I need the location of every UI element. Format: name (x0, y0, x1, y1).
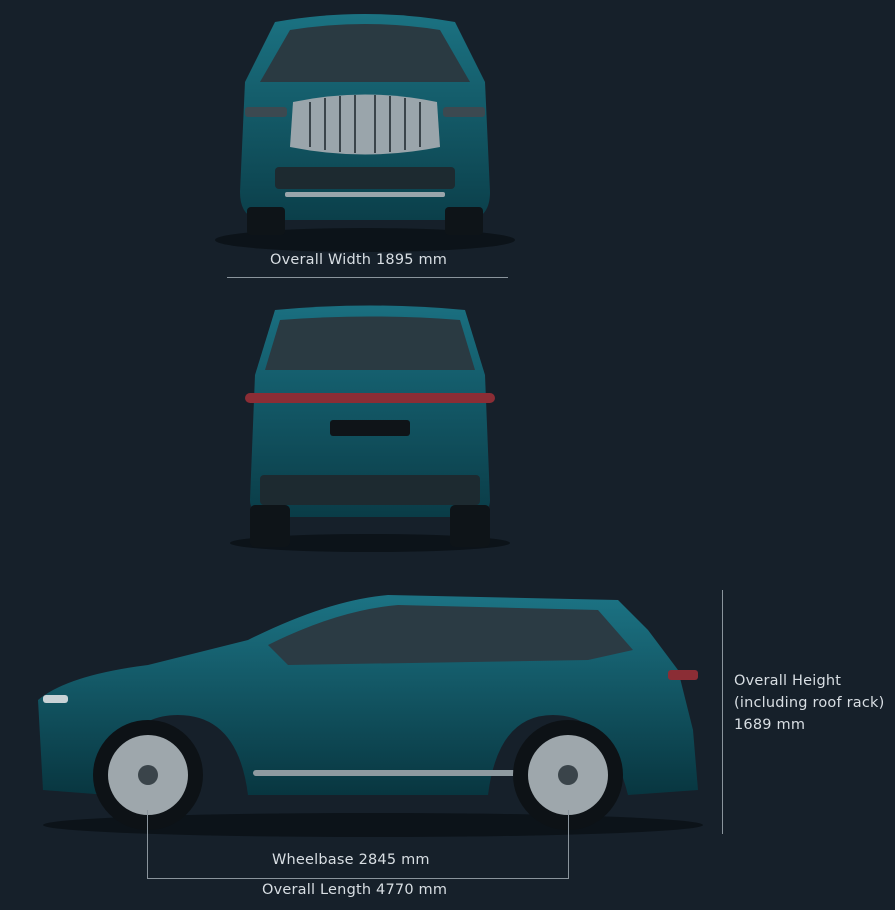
car-side-view (38, 595, 703, 837)
wheelbase-dimension-line (147, 878, 569, 879)
overall-width-label: Overall Width 1895 mm (270, 252, 448, 268)
wheelbase-left-tick (147, 810, 148, 878)
overall-length-label: Overall Length 4770 mm (262, 882, 448, 898)
wheelbase-label: Wheelbase 2845 mm (272, 852, 430, 868)
wheelbase-right-tick (568, 810, 569, 878)
overall-height-value: 1689 mm (734, 717, 806, 733)
width-dimension-line (227, 277, 508, 278)
overall-height-block: Overall Height (including roof rack) 168… (734, 670, 884, 736)
car-front-view (215, 14, 515, 252)
overall-height-note: (including roof rack) (734, 695, 885, 711)
car-rear-view (230, 305, 510, 552)
overall-height-label: Overall Height (734, 673, 842, 689)
height-dimension-line (722, 590, 723, 834)
